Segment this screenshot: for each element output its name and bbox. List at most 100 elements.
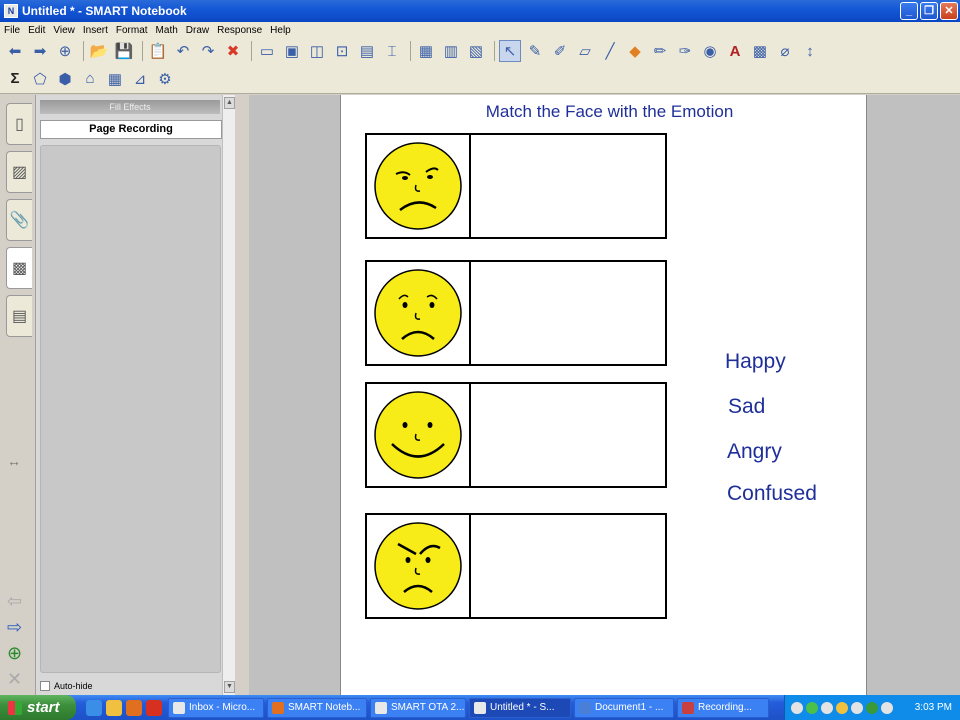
dual-page-icon[interactable]: ◫ bbox=[306, 40, 328, 62]
firefox-icon[interactable] bbox=[126, 699, 142, 716]
magic-pen-icon[interactable]: ✏ bbox=[649, 40, 671, 62]
properties-icon[interactable]: ▥ bbox=[440, 40, 462, 62]
emotion-happy[interactable]: Happy bbox=[725, 350, 786, 374]
word-task-icon bbox=[579, 701, 591, 714]
menu-response[interactable]: Response bbox=[217, 25, 262, 36]
task-inbox[interactable]: Inbox - Micro... bbox=[168, 697, 264, 718]
scroll-down-icon[interactable]: ▼ bbox=[224, 681, 235, 693]
media-icon[interactable] bbox=[146, 699, 162, 716]
happy-face-icon[interactable] bbox=[372, 389, 464, 481]
panel-scrollbar[interactable]: ▲ ▼ bbox=[222, 95, 235, 695]
sad-face-icon[interactable] bbox=[372, 267, 464, 359]
clock[interactable]: 3:03 PM bbox=[915, 702, 952, 713]
scroll-up-icon[interactable]: ▲ bbox=[224, 97, 235, 109]
pen-icon[interactable]: ✎ bbox=[524, 40, 546, 62]
properties-tab-icon[interactable]: ▩ bbox=[6, 247, 32, 289]
resize-arrow-icon[interactable]: ↔ bbox=[7, 453, 21, 469]
menu-file[interactable]: File bbox=[4, 25, 20, 36]
confused-face-icon[interactable] bbox=[372, 140, 464, 232]
match-row bbox=[365, 260, 667, 366]
page-sorter-tab-icon[interactable]: ▯ bbox=[6, 103, 32, 145]
restore-button[interactable]: ❐ bbox=[920, 2, 938, 20]
shape-fill-icon[interactable]: ⬠ bbox=[29, 68, 51, 90]
ie-icon[interactable] bbox=[86, 699, 102, 716]
sigma-icon[interactable]: Σ bbox=[4, 68, 26, 90]
task-untitled[interactable]: Untitled * - S... bbox=[469, 697, 571, 718]
menu-help[interactable]: Help bbox=[270, 25, 291, 36]
forward-icon[interactable]: ➡ bbox=[29, 40, 51, 62]
select-icon[interactable]: ↖ bbox=[499, 40, 521, 62]
menu-math[interactable]: Math bbox=[156, 25, 178, 36]
outlook-icon[interactable] bbox=[106, 699, 122, 716]
task-document1[interactable]: Document1 - ... bbox=[574, 697, 674, 718]
next-page-icon[interactable]: ⇨ bbox=[7, 617, 22, 638]
capture-icon[interactable]: ⊡ bbox=[331, 40, 353, 62]
table-icon[interactable]: ▦ bbox=[415, 40, 437, 62]
minimize-button[interactable]: _ bbox=[900, 2, 918, 20]
autohide-option[interactable]: Auto-hide bbox=[40, 681, 93, 691]
redo-icon[interactable]: ↷ bbox=[197, 40, 219, 62]
close-button[interactable]: ✕ bbox=[940, 2, 958, 20]
tray-icon[interactable] bbox=[866, 701, 878, 714]
insert-icon[interactable]: ⌶ bbox=[381, 40, 403, 62]
document-camera-icon[interactable]: ▤ bbox=[356, 40, 378, 62]
open-icon[interactable]: 📂 bbox=[88, 40, 110, 62]
tray-icon[interactable] bbox=[836, 701, 848, 714]
tray-icon[interactable] bbox=[821, 701, 833, 714]
tray-icon[interactable] bbox=[791, 701, 803, 714]
delete-icon[interactable]: ✖ bbox=[222, 40, 244, 62]
move-toolbar-icon[interactable]: ↕ bbox=[799, 40, 821, 62]
screen-shade-icon[interactable]: ▭ bbox=[256, 40, 278, 62]
addons-tab-icon[interactable]: ▤ bbox=[6, 295, 32, 337]
emotion-sad[interactable]: Sad bbox=[728, 395, 765, 419]
menu-insert[interactable]: Insert bbox=[83, 25, 108, 36]
angry-face-icon[interactable] bbox=[372, 520, 464, 612]
table-tool-icon[interactable]: ▦ bbox=[104, 68, 126, 90]
tray-icon[interactable] bbox=[881, 701, 893, 714]
line-icon[interactable]: ╱ bbox=[599, 40, 621, 62]
gallery-tab-icon[interactable]: ▨ bbox=[6, 151, 32, 193]
creative-pen-icon[interactable]: ✐ bbox=[549, 40, 571, 62]
tools-icon[interactable]: ⚙ bbox=[154, 68, 176, 90]
add-page-icon[interactable]: ⊕ bbox=[54, 40, 76, 62]
emotion-angry[interactable]: Angry bbox=[727, 440, 782, 464]
menu-edit[interactable]: Edit bbox=[28, 25, 45, 36]
fill-icon[interactable]: ◉ bbox=[699, 40, 721, 62]
graph-icon[interactable]: ⊿ bbox=[129, 68, 151, 90]
task-smart-notebook[interactable]: SMART Noteb... bbox=[267, 697, 367, 718]
page-title: Match the Face with the Emotion bbox=[485, 102, 734, 121]
slide-icon[interactable]: ▧ bbox=[465, 40, 487, 62]
save-icon[interactable]: 💾 bbox=[113, 40, 135, 62]
3d-icon[interactable]: ⬢ bbox=[54, 68, 76, 90]
delete-page-icon[interactable]: ✕ bbox=[7, 669, 22, 690]
fill-effects-header[interactable]: Fill Effects bbox=[40, 100, 220, 114]
compass-icon[interactable]: ⌂ bbox=[79, 68, 101, 90]
emotion-confused[interactable]: Confused bbox=[727, 482, 817, 506]
shape-icon[interactable]: ◆ bbox=[624, 40, 646, 62]
undo-icon[interactable]: ↶ bbox=[172, 40, 194, 62]
menu-format[interactable]: Format bbox=[116, 25, 148, 36]
measure-icon[interactable]: ⌀ bbox=[774, 40, 796, 62]
recognition-pen-icon[interactable]: ✑ bbox=[674, 40, 696, 62]
full-screen-icon[interactable]: ▣ bbox=[281, 40, 303, 62]
paste-icon[interactable]: 📋 bbox=[147, 40, 169, 62]
gallery-icon[interactable]: ▩ bbox=[749, 40, 771, 62]
face-cell bbox=[367, 262, 471, 364]
prev-page-icon[interactable]: ⇦ bbox=[7, 591, 22, 612]
autohide-checkbox[interactable] bbox=[40, 681, 50, 691]
menu-view[interactable]: View bbox=[53, 25, 75, 36]
back-icon[interactable]: ⬅ bbox=[4, 40, 26, 62]
face-cell bbox=[367, 515, 471, 617]
eraser-icon[interactable]: ▱ bbox=[574, 40, 596, 62]
attachments-tab-icon[interactable]: 📎 bbox=[6, 199, 32, 241]
start-button[interactable]: start bbox=[0, 695, 76, 720]
tray-icon[interactable] bbox=[851, 701, 863, 714]
menu-draw[interactable]: Draw bbox=[186, 25, 209, 36]
tray-icon[interactable] bbox=[806, 701, 818, 714]
task-smart-ota[interactable]: SMART OTA 2... bbox=[370, 697, 466, 718]
add-page-side-icon[interactable]: ⊕ bbox=[7, 643, 22, 664]
notebook-page[interactable]: Match the Face with the Emotion Happy Sa… bbox=[340, 95, 867, 695]
task-recording[interactable]: Recording... bbox=[677, 697, 769, 718]
page-recording-button[interactable]: Page Recording bbox=[40, 120, 222, 139]
text-icon[interactable]: A bbox=[724, 40, 746, 62]
